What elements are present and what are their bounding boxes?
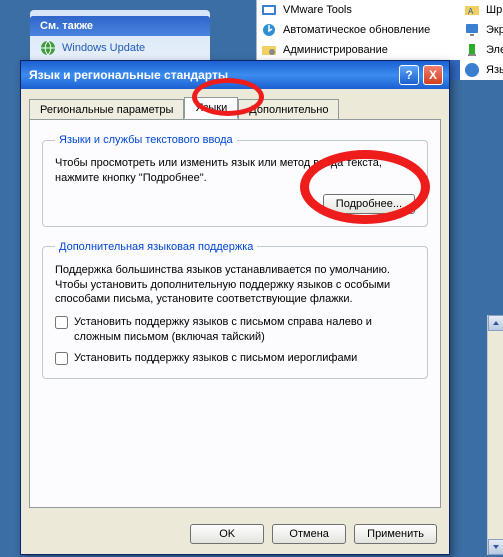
details-button[interactable]: Подробнее... xyxy=(323,194,415,214)
chevron-down-icon xyxy=(492,543,500,551)
tab-body: Языки и службы текстового ввода Чтобы пр… xyxy=(29,119,441,508)
group-text-services-desc: Чтобы просмотреть или изменить язык или … xyxy=(55,156,415,186)
control-panel-list-col2: A Шри Экра Элек Язык xyxy=(460,0,503,80)
see-also-panel: См. также Windows Update xyxy=(30,10,210,66)
help-button[interactable]: ? xyxy=(399,65,419,85)
dialog-titlebar[interactable]: Язык и региональные стандарты ? X xyxy=(21,61,449,89)
cpl-item-regional[interactable]: Язык xyxy=(460,60,503,80)
display-icon xyxy=(464,22,480,38)
tab-regional[interactable]: Региональные параметры xyxy=(29,99,184,121)
cpl-item-label: VMware Tools xyxy=(283,4,352,16)
scroll-down-button[interactable] xyxy=(488,539,503,555)
scrollbar[interactable] xyxy=(487,315,503,555)
group-supplemental: Дополнительная языковая поддержка Поддер… xyxy=(42,241,428,379)
gear-folder-icon xyxy=(261,42,277,58)
checkbox-east-asian[interactable] xyxy=(55,352,68,365)
cpl-item-fonts[interactable]: A Шри xyxy=(460,0,503,20)
globe-icon xyxy=(40,40,56,56)
cpl-item-label: Язык xyxy=(486,64,503,76)
close-button[interactable]: X xyxy=(423,65,443,85)
checkbox-east-asian-label: Установить поддержку языков с письмом ие… xyxy=(74,351,357,366)
sidebar-item-label: Windows Update xyxy=(62,42,145,54)
fonts-icon: A xyxy=(464,2,480,18)
sidebar-item-windows-update[interactable]: Windows Update xyxy=(30,36,210,60)
tab-languages[interactable]: Языки xyxy=(184,97,238,119)
dialog-title: Язык и региональные стандарты xyxy=(27,68,395,82)
svg-text:A: A xyxy=(468,7,474,16)
checkbox-rtl[interactable] xyxy=(55,316,68,329)
cpl-item-label: Шри xyxy=(486,4,503,16)
cpl-item-power[interactable]: Элек xyxy=(460,40,503,60)
group-supplemental-legend: Дополнительная языковая поддержка xyxy=(55,241,257,253)
tab-bar: Региональные параметры Языки Дополнитель… xyxy=(29,97,441,119)
cpl-item-label: Администрирование xyxy=(283,44,388,56)
group-text-services: Языки и службы текстового ввода Чтобы пр… xyxy=(42,134,428,227)
group-text-services-legend: Языки и службы текстового ввода xyxy=(55,134,237,146)
globe-icon xyxy=(464,62,480,78)
vmware-icon xyxy=(261,2,277,18)
checkbox-row-rtl[interactable]: Установить поддержку языков с письмом сп… xyxy=(55,315,415,345)
dialog-button-row: OK Отмена Применить xyxy=(21,516,449,554)
chevron-up-icon xyxy=(492,319,500,327)
checkbox-rtl-label: Установить поддержку языков с письмом сп… xyxy=(74,315,415,345)
cpl-item-label: Автоматическое обновление xyxy=(283,24,430,36)
cancel-button[interactable]: Отмена xyxy=(272,524,346,544)
cpl-item-label: Экра xyxy=(486,24,503,36)
checkbox-row-east-asian[interactable]: Установить поддержку языков с письмом ие… xyxy=(55,351,415,366)
close-icon: X xyxy=(429,68,437,82)
power-icon xyxy=(464,42,480,58)
scroll-up-button[interactable] xyxy=(488,315,503,331)
see-also-header: См. также xyxy=(30,16,210,36)
apply-button[interactable]: Применить xyxy=(354,524,437,544)
regional-settings-dialog: Язык и региональные стандарты ? X Регион… xyxy=(20,60,450,555)
cpl-item-label: Элек xyxy=(486,44,503,56)
group-supplemental-desc: Поддержка большинства языков устанавлива… xyxy=(55,263,415,308)
globe-arrow-icon xyxy=(261,22,277,38)
ok-button[interactable]: OK xyxy=(190,524,264,544)
tab-advanced[interactable]: Дополнительно xyxy=(238,99,339,121)
cpl-item-display[interactable]: Экра xyxy=(460,20,503,40)
help-icon: ? xyxy=(405,68,412,82)
